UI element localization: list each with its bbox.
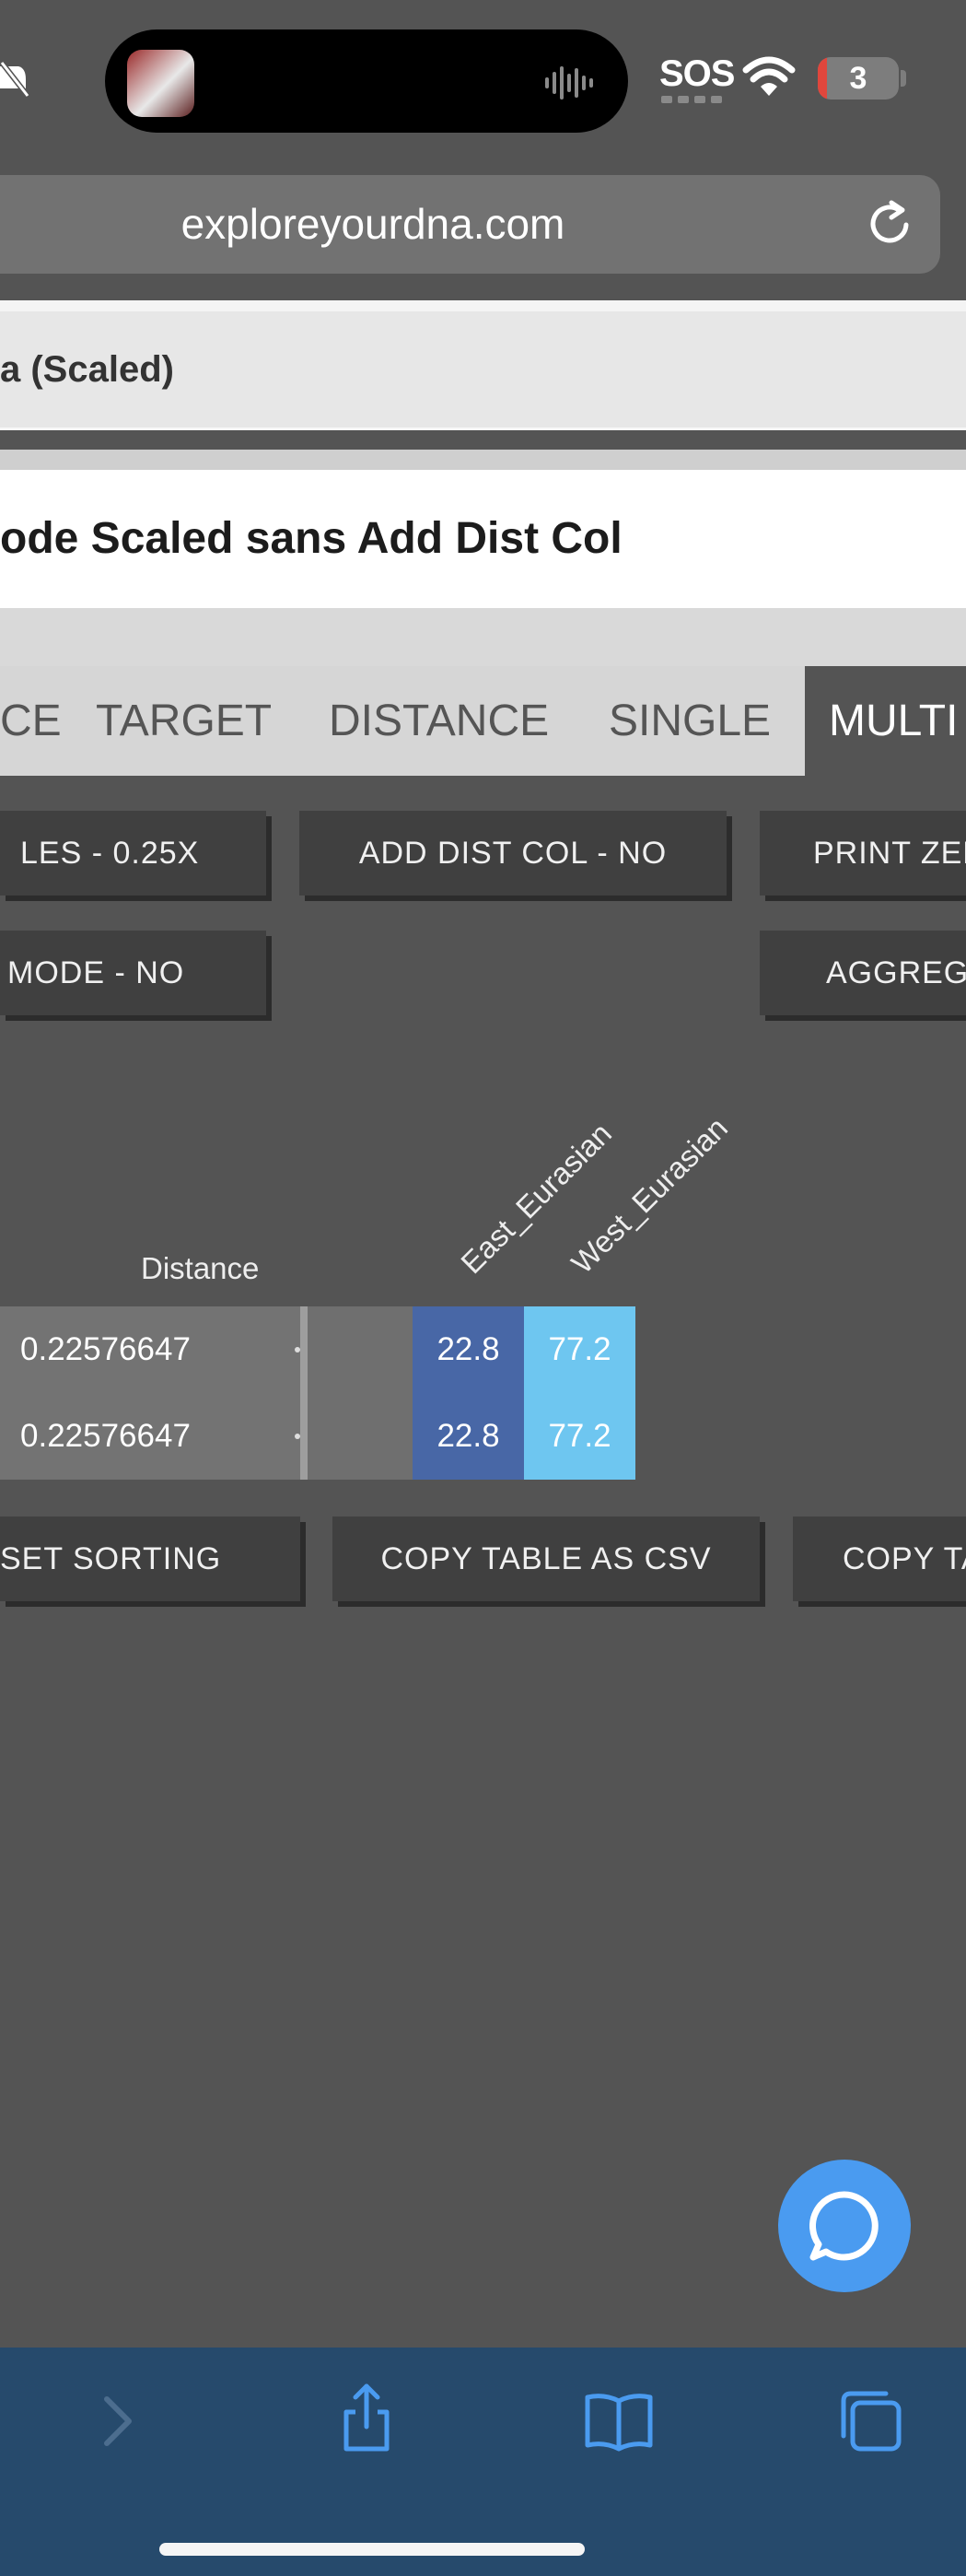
now-playing-artwork: [127, 50, 194, 117]
page-title: ode Scaled sans Add Dist Col: [0, 514, 623, 563]
bell-slash-icon: [0, 61, 30, 98]
waveform-icon: [545, 66, 593, 100]
tab-multi[interactable]: MULTI: [805, 666, 966, 776]
chat-icon: [809, 2191, 879, 2261]
wifi-icon: [742, 56, 796, 96]
print-zero-button[interactable]: PRINT ZER: [760, 811, 966, 896]
battery-indicator: 3: [818, 57, 899, 100]
east-eurasian-cell: 22.8: [413, 1393, 524, 1480]
bookmarks-icon[interactable]: [582, 2384, 656, 2458]
column-separator: [300, 1306, 308, 1393]
aggregate-button[interactable]: AGGREGA: [760, 931, 966, 1015]
add-dist-col-button[interactable]: ADD DIST COL - NO: [299, 811, 727, 896]
distance-cell: 0.22576647: [0, 1306, 300, 1393]
west-eurasian-cell: 77.2: [524, 1306, 635, 1393]
east-eurasian-cell: 22.8: [413, 1306, 524, 1393]
tab-target[interactable]: TARGET: [96, 666, 272, 776]
column-separator: [300, 1393, 308, 1480]
forward-icon[interactable]: [79, 2384, 153, 2458]
reload-icon[interactable]: [864, 197, 917, 251]
divider: [0, 450, 966, 470]
empty-cell: [308, 1306, 413, 1393]
mode-button[interactable]: MODE - NO: [0, 931, 266, 1015]
copy-table-button[interactable]: COPY TA: [793, 1516, 966, 1601]
empty-cell: [308, 1393, 413, 1480]
scales-button[interactable]: LES - 0.25X: [0, 811, 266, 896]
breadcrumb: a (Scaled): [0, 349, 174, 390]
chat-button[interactable]: [778, 2160, 911, 2292]
url-text[interactable]: exploreyourdna.com: [101, 175, 645, 274]
tab-ce[interactable]: CE: [0, 666, 62, 776]
page-top-strip: [0, 300, 966, 311]
west-eurasian-cell: 77.2: [524, 1393, 635, 1480]
tab-single[interactable]: SINGLE: [609, 666, 771, 776]
browser-toolbar: [0, 2348, 966, 2576]
tabs-icon[interactable]: [834, 2384, 908, 2458]
copy-csv-button[interactable]: COPY TABLE AS CSV: [332, 1516, 760, 1601]
signal-dots-icon: [661, 96, 722, 103]
sos-label: SOS: [659, 53, 735, 94]
battery-nub: [901, 70, 906, 87]
divider: [0, 427, 966, 430]
home-indicator: [159, 2543, 585, 2556]
distance-cell: 0.22576647: [0, 1393, 300, 1480]
reset-sorting-button[interactable]: SET SORTING: [0, 1516, 300, 1601]
column-header-distance[interactable]: Distance: [141, 1251, 259, 1286]
tab-distance[interactable]: DISTANCE: [329, 666, 549, 776]
share-icon[interactable]: [330, 2381, 403, 2454]
